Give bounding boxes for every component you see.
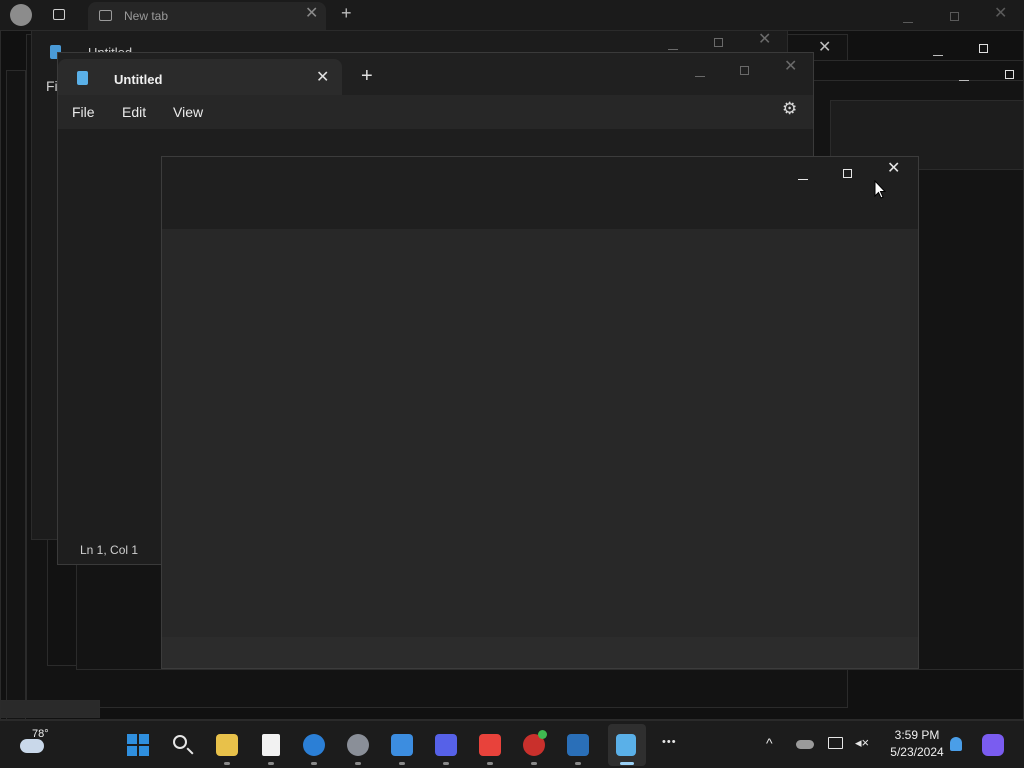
check-badge-icon: [538, 730, 547, 739]
settings-gear-icon[interactable]: ⚙: [782, 100, 797, 117]
profile-avatar[interactable]: [10, 4, 32, 26]
bing-app-icon[interactable]: [435, 734, 457, 756]
blank-close-icon[interactable]: ✕: [887, 161, 900, 177]
new-tab-page-icon: [99, 10, 112, 21]
internet-explorer-icon[interactable]: [303, 734, 325, 756]
tab-actions-icon[interactable]: [53, 9, 65, 20]
browser-close-icon[interactable]: ✕: [994, 6, 1007, 22]
microsoft-store-icon[interactable]: [391, 734, 413, 756]
settings-running-indicator: [355, 762, 361, 765]
onedrive-cloud-icon[interactable]: [796, 740, 814, 749]
blank-maximize-icon[interactable]: [843, 166, 852, 180]
menu-view[interactable]: View: [173, 104, 203, 120]
background-window-left-edge: [6, 70, 26, 720]
taskbar: ••• ^ ◂×: [0, 720, 1024, 768]
search-icon[interactable]: [172, 734, 194, 756]
ie-running-indicator: [311, 762, 317, 765]
remote-running-indicator: [487, 762, 493, 765]
clock-time[interactable]: 3:59 PM: [887, 728, 947, 742]
notepad-menu-bar: [58, 95, 813, 129]
background-maximize-icon-2[interactable]: [979, 41, 988, 55]
blank-window: ✕: [161, 156, 919, 669]
notepad-tab-close-icon[interactable]: ✕: [316, 70, 329, 86]
bing-running-indicator: [443, 762, 449, 765]
remote-app-icon[interactable]: [479, 734, 501, 756]
photo-app-icon[interactable]: [567, 734, 589, 756]
notepad-app-icon: [77, 71, 88, 85]
display-icon[interactable]: [828, 737, 843, 749]
browser-tab-close-icon[interactable]: ✕: [305, 6, 318, 22]
notepad-new-tab-button[interactable]: +: [361, 66, 373, 86]
weather-cloud-icon[interactable]: [20, 739, 44, 753]
notepad-minimize-icon[interactable]: [695, 68, 705, 82]
notepad-tab[interactable]: Untitled ✕: [58, 59, 342, 95]
blank-minimize-icon[interactable]: [798, 171, 808, 185]
file-explorer-running-indicator: [224, 762, 230, 765]
background-maximize-icon[interactable]: [714, 35, 723, 49]
background-close-icon-2[interactable]: ✕: [818, 40, 831, 56]
photo-running-indicator: [575, 762, 581, 765]
blank-window-bottom-bar: [162, 637, 918, 668]
speaker-muted-icon[interactable]: ◂×: [855, 735, 869, 751]
chevron-up-icon[interactable]: ^: [766, 735, 773, 751]
store-running-indicator: [399, 762, 405, 765]
browser-new-tab-icon[interactable]: +: [341, 4, 352, 22]
notification-bell-icon[interactable]: [950, 737, 962, 751]
copilot-icon[interactable]: [982, 734, 1004, 756]
file-explorer-icon[interactable]: [216, 734, 238, 756]
browser-tab-title: New tab: [124, 9, 169, 23]
background-maximize-icon-3[interactable]: [1005, 67, 1014, 81]
background-window-bottom-strip: [0, 700, 100, 718]
notepad-active-indicator: [620, 762, 634, 765]
more-apps-button[interactable]: •••: [662, 736, 677, 748]
notepad-document-icon[interactable]: [262, 734, 280, 756]
browser-maximize-icon[interactable]: [950, 9, 959, 23]
settings-app-icon[interactable]: [347, 734, 369, 756]
menu-file[interactable]: File: [72, 104, 95, 120]
eight-running-indicator: [531, 762, 537, 765]
background-minimize-icon-3[interactable]: [959, 72, 969, 86]
notepad-tab-title: Untitled: [114, 72, 163, 87]
document-running-indicator: [268, 762, 274, 765]
notepad-taskbar-icon[interactable]: [616, 734, 636, 756]
weather-temperature: 78°: [32, 728, 49, 740]
background-minimize-icon-2[interactable]: [933, 47, 943, 61]
background-close-icon[interactable]: ✕: [758, 32, 771, 48]
notepad-maximize-icon[interactable]: [740, 63, 749, 77]
windows-start-icon[interactable]: [127, 734, 149, 756]
blank-window-title-bar: [162, 157, 918, 229]
menu-edit[interactable]: Edit: [122, 104, 146, 120]
notepad-close-icon[interactable]: ✕: [784, 59, 797, 75]
browser-minimize-icon[interactable]: [903, 14, 913, 28]
status-cursor-position: Ln 1, Col 1: [80, 543, 139, 557]
clock-date[interactable]: 5/23/2024: [884, 745, 950, 759]
mouse-cursor-icon: [874, 180, 886, 199]
